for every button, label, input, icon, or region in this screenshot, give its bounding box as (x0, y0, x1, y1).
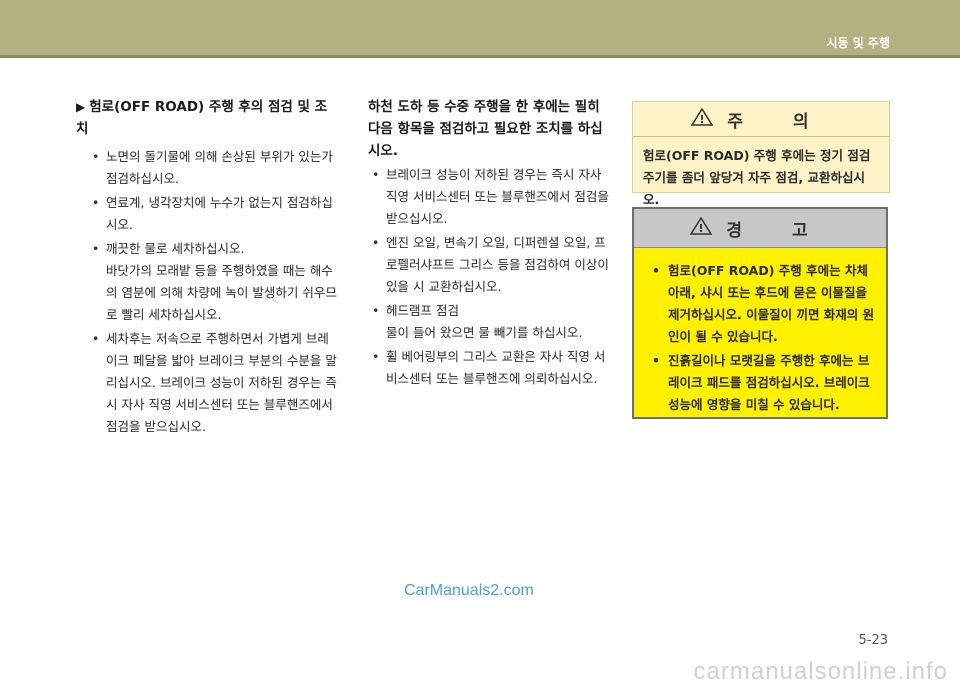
list-item-text: 깨끗한 물로 세차하십시오. (106, 241, 245, 256)
list-item-text: 세차후는 저속으로 주행하면서 가볍게 브레이크 페달을 밟아 브레이크 부분의… (106, 331, 337, 434)
list-item-text: 엔진 오일, 변속기 오일, 디퍼렌셜 오일, 프로펠러샤프트 그리스 등을 점… (386, 235, 609, 294)
list-item-text: 연료계, 냉각장치에 누수가 없는지 점검하십시오. (106, 195, 333, 232)
play-triangle-icon: ▶ (76, 100, 86, 114)
list-item-text: 노면의 돌기물에 의해 손상된 부위가 있는가 점검하십시오. (106, 149, 333, 186)
list-item: 헤드램프 점검물이 들어 왔으면 물 빼기를 하십시오. (368, 300, 613, 344)
list-item-text: 브레이크 성능이 저하된 경우는 즉시 자사 직영 서비스센터 또는 블루핸즈에… (386, 167, 609, 226)
section-title: 시동 및 주행 (826, 36, 890, 50)
header-rule (0, 55, 960, 58)
caution-header: ! 주 의 (633, 102, 889, 137)
warning-title: 경 고 (726, 220, 830, 241)
left-heading: ▶ 험로(OFF ROAD) 주행 후의 점검 및 조치 (76, 96, 338, 140)
list-item-subtext: 바닷가의 모래밭 등을 주행하였을 때는 해수의 염분에 의해 차량에 녹이 발… (106, 263, 337, 322)
middle-heading: 하천 도하 등 수중 주행을 한 후에는 필히 다음 항목을 점검하고 필요한 … (368, 99, 603, 159)
list-item-subtext: 물이 들어 왔으면 물 빼기를 하십시오. (386, 325, 583, 340)
svg-text:!: ! (700, 113, 705, 126)
list-item: 엔진 오일, 변속기 오일, 디퍼렌셜 오일, 프로펠러샤프트 그리스 등을 점… (368, 232, 613, 298)
svg-text:!: ! (699, 222, 704, 235)
warning-box: ! 경 고 험로(OFF ROAD) 주행 후에는 차체 아래, 샤시 또는 후… (632, 207, 888, 419)
warning-list: 험로(OFF ROAD) 주행 후에는 차체 아래, 샤시 또는 후드에 묻은 … (634, 260, 886, 416)
left-column: ▶험로(OFF ROAD) 주행 후의 점검 및 조치 노면의 돌기물에 의해 … (76, 96, 338, 440)
left-list: 노면의 돌기물에 의해 손상된 부위가 있는가 점검하십시오. 연료계, 냉각장… (76, 146, 338, 438)
list-item: 브레이크 성능이 저하된 경우는 즉시 자사 직영 서비스센터 또는 블루핸즈에… (368, 164, 613, 230)
list-item: 세차후는 저속으로 주행하면서 가볍게 브레이크 페달을 밟아 브레이크 부분의… (76, 328, 338, 438)
middle-column: 하천 도하 등 수중 주행을 한 후에는 필히 다음 항목을 점검하고 필요한 … (368, 96, 613, 392)
list-item: 연료계, 냉각장치에 누수가 없는지 점검하십시오. (76, 192, 338, 236)
warning-triangle-icon: ! (690, 216, 713, 240)
list-item: 휠 베어링부의 그리스 교환은 자사 직영 서비스센터 또는 블루핸즈에 의뢰하… (368, 346, 613, 390)
page-number: 5-23 (858, 633, 888, 648)
warning-header: ! 경 고 (634, 209, 886, 248)
middle-list: 브레이크 성능이 저하된 경우는 즉시 자사 직영 서비스센터 또는 블루핸즈에… (368, 164, 613, 390)
list-item: 깨끗한 물로 세차하십시오. 바닷가의 모래밭 등을 주행하였을 때는 해수의 염… (76, 238, 338, 326)
header-bar (0, 0, 960, 55)
caution-box: ! 주 의 험로(OFF ROAD) 주행 후에는 정기 점검 주기를 좀더 앞… (632, 101, 890, 207)
warning-triangle-icon: ! (691, 107, 714, 131)
list-item: 노면의 돌기물에 의해 손상된 부위가 있는가 점검하십시오. (76, 146, 338, 190)
list-item-text: 휠 베어링부의 그리스 교환은 자사 직영 서비스센터 또는 블루핸즈에 의뢰하… (386, 349, 606, 386)
watermark-link[interactable]: CarManuals2.com (404, 582, 534, 600)
caution-title: 주 의 (727, 111, 831, 132)
warning-item: 험로(OFF ROAD) 주행 후에는 차체 아래, 샤시 또는 후드에 묻은 … (648, 260, 876, 348)
warning-item: 진흙길이나 모랫길을 주행한 후에는 브레이크 패드를 점검하십시오. 브레이크… (648, 350, 876, 416)
left-heading-text: 험로(OFF ROAD) 주행 후의 점검 및 조치 (76, 99, 328, 137)
list-item-text: 헤드램프 점검 (386, 303, 459, 318)
footer-watermark: carmanualsonline.info (0, 658, 960, 685)
